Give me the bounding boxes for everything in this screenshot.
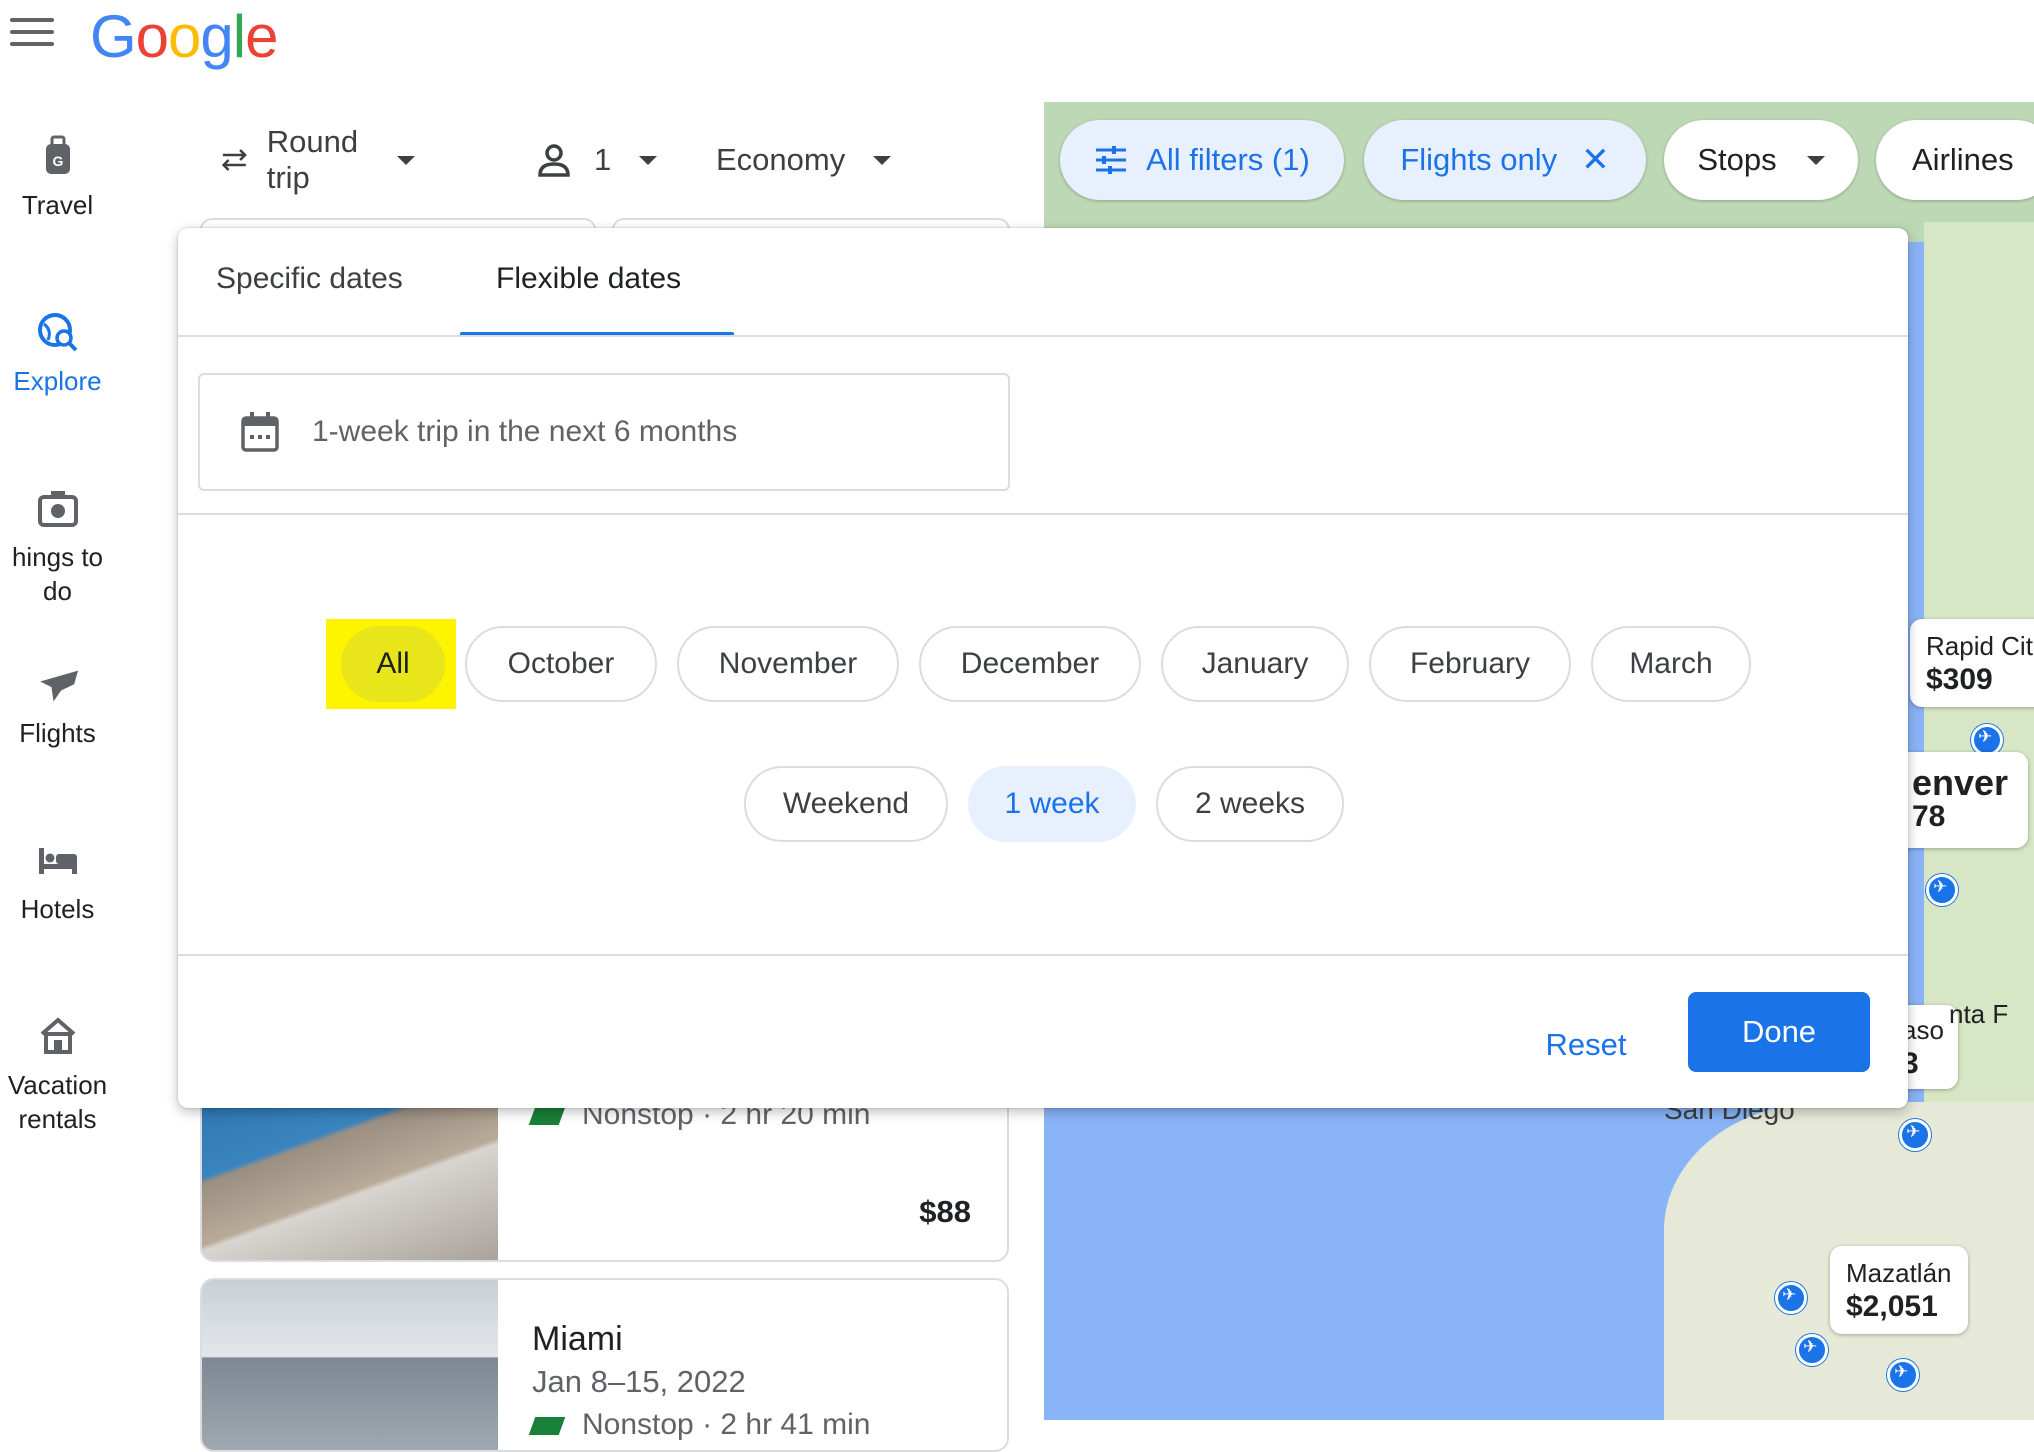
- luggage-icon: G: [45, 135, 70, 174]
- all-filters-button[interactable]: All filters (1): [1060, 120, 1344, 200]
- airport-pin-icon[interactable]: [1796, 1334, 1828, 1366]
- month-chip-all[interactable]: All: [341, 626, 445, 702]
- chevron-down-icon: [873, 155, 892, 165]
- person-icon: [538, 144, 570, 177]
- map-city: aso: [1902, 1015, 1944, 1045]
- header: Google: [0, 0, 2034, 100]
- swap-arrows-icon: [221, 149, 247, 171]
- month-chip-december[interactable]: December: [919, 626, 1141, 702]
- cabin-class-value: Economy: [716, 142, 846, 177]
- divider: [178, 513, 1908, 515]
- map-price: 3: [1902, 1047, 1919, 1080]
- map-city: Mazatlán: [1846, 1258, 1952, 1288]
- map-price-card[interactable]: Rapid Cit $309: [1910, 619, 2034, 707]
- duration-chip-1-week[interactable]: 1 week: [968, 766, 1136, 842]
- tab-specific-dates[interactable]: Specific dates: [216, 262, 403, 296]
- airport-pin-icon[interactable]: [1887, 1359, 1919, 1391]
- rail-label: Travel: [21, 190, 94, 220]
- tab-flexible-dates[interactable]: Flexible dates: [496, 262, 681, 296]
- result-flight-meta: Nonstop · 2 hr 41 min: [528, 1408, 871, 1442]
- airlines-filter[interactable]: Airlines: [1876, 120, 2034, 200]
- map-price: 78: [1912, 800, 1946, 833]
- map-price: $2,051: [1846, 1290, 1938, 1323]
- divider: [178, 954, 1908, 956]
- month-chip-october[interactable]: October: [465, 626, 657, 702]
- result-title: Miami: [532, 1320, 623, 1358]
- house-icon: [40, 1017, 75, 1054]
- map-price: $309: [1926, 663, 1993, 696]
- rail-label-line1: Vacation: [7, 1070, 108, 1100]
- passengers-value: 1: [594, 142, 612, 177]
- map-price-card[interactable]: enver 78: [1892, 752, 2029, 848]
- rail-label: hings to do: [11, 542, 104, 606]
- date-summary-text: 1-week trip in the next 6 months: [312, 415, 738, 448]
- chevron-down-icon: [639, 155, 658, 165]
- tune-icon: [1096, 146, 1127, 174]
- reset-button[interactable]: Reset: [1516, 1007, 1656, 1083]
- all-filters-label: All filters (1): [1146, 142, 1310, 177]
- rail-item-vacation-rentals[interactable]: Vacation rentals: [0, 1014, 115, 1136]
- map-price-card[interactable]: Mazatlán $2,051: [1830, 1246, 1968, 1334]
- rail-item-things-to-do[interactable]: hings to do: [0, 486, 115, 608]
- flexible-date-summary-field[interactable]: 1-week trip in the next 6 months: [198, 373, 1010, 491]
- passengers-select[interactable]: 1: [536, 130, 658, 190]
- rail-label: Hotels: [20, 894, 95, 924]
- airport-pin-icon[interactable]: [1899, 1119, 1931, 1151]
- rail-label: Flights: [19, 718, 96, 748]
- month-chip-january[interactable]: January: [1161, 626, 1349, 702]
- duration-chip-weekend[interactable]: Weekend: [744, 766, 948, 842]
- rail-item-flights[interactable]: Flights: [0, 662, 115, 750]
- result-dates: Jan 8–15, 2022: [532, 1364, 746, 1399]
- bed-icon: [38, 848, 77, 874]
- flights-only-chip[interactable]: Flights only ✕: [1364, 120, 1646, 200]
- stops-label: Stops: [1697, 142, 1777, 177]
- close-icon[interactable]: ✕: [1581, 140, 1610, 180]
- date-picker-dialog: Specific dates Flexible dates 1-week tri…: [178, 228, 1908, 1108]
- divider: [178, 335, 1908, 337]
- airlines-label: Airlines: [1912, 142, 2014, 177]
- map-city: Rapid Cit: [1926, 631, 2033, 661]
- airline-logo-icon: [528, 1107, 566, 1126]
- rail-item-hotels[interactable]: Hotels: [0, 838, 115, 926]
- month-chip-february[interactable]: February: [1369, 626, 1571, 702]
- airplane-icon: [39, 670, 78, 702]
- result-price: $88: [919, 1194, 971, 1229]
- google-logo[interactable]: Google: [90, 2, 279, 71]
- flights-only-label: Flights only: [1400, 142, 1558, 177]
- month-chip-november[interactable]: November: [677, 626, 899, 702]
- month-chip-march[interactable]: March: [1591, 626, 1751, 702]
- result-card[interactable]: Miami Jan 8–15, 2022 Nonstop · 2 hr 41 m…: [200, 1278, 1009, 1452]
- destination-photo: [202, 1280, 498, 1450]
- duration-chip-2-weeks[interactable]: 2 weeks: [1156, 766, 1344, 842]
- calendar-icon: [241, 412, 279, 452]
- trip-type-value: Round trip: [266, 124, 359, 195]
- chevron-down-icon: [1806, 155, 1825, 165]
- rail-label: Explore: [13, 366, 102, 396]
- airport-pin-icon[interactable]: [1775, 1282, 1807, 1314]
- map-place-label: nta F: [1949, 999, 2009, 1029]
- menu-icon[interactable]: [10, 18, 54, 48]
- rail-label-line2: rentals: [18, 1104, 97, 1134]
- explore-icon: [37, 313, 77, 352]
- map-city: enver: [1912, 762, 2009, 803]
- rail-item-travel[interactable]: G Travel: [0, 134, 115, 222]
- cabin-class-select[interactable]: Economy: [716, 130, 892, 190]
- airport-pin-icon[interactable]: [1926, 874, 1958, 906]
- result-meta-text: Nonstop · 2 hr 41 min: [582, 1408, 871, 1441]
- done-button[interactable]: Done: [1688, 992, 1870, 1072]
- chevron-down-icon: [397, 155, 416, 165]
- stops-filter[interactable]: Stops: [1664, 120, 1858, 200]
- svg-text:G: G: [52, 153, 63, 169]
- trip-type-select[interactable]: Round trip: [220, 124, 416, 195]
- camera-icon: [37, 491, 78, 527]
- rail-item-explore[interactable]: Explore: [0, 310, 115, 398]
